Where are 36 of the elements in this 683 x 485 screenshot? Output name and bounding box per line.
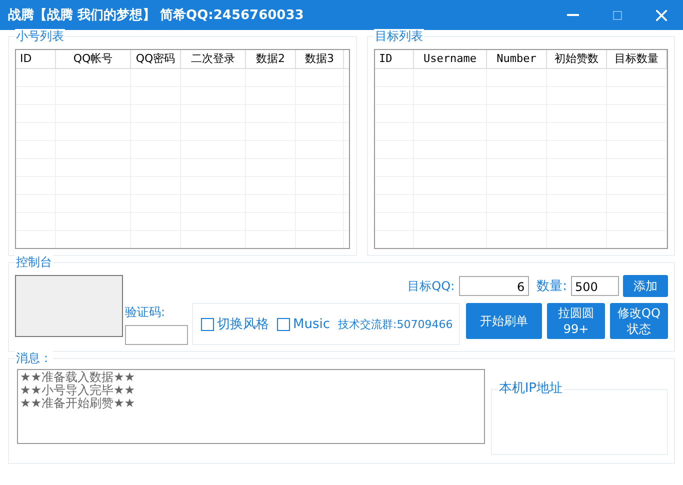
group-title: 控制台 [15,255,53,269]
column-header[interactable]: 初始赞数 [547,50,607,68]
minimize-icon [567,14,579,16]
group-title: 小号列表 [15,29,65,43]
column-header[interactable]: 数据2 [246,50,296,68]
checkbox[interactable]: Music [277,316,330,332]
column-header[interactable]: 数据3 [296,50,344,68]
close-icon [656,10,666,20]
column-header[interactable]: ID [16,50,56,68]
draw-button[interactable]: 拉圆圆99+ [547,303,605,339]
log-line: ★★准备开始刷赞★★ [20,397,136,410]
quantity-label: 数量: [536,278,567,295]
column-header[interactable]: QQ密码 [131,50,181,68]
group-number-text: 技术交流群:50709466 [338,316,453,332]
quantity-field[interactable]: 500 [571,276,619,296]
maximize-icon [612,10,622,20]
column-header[interactable]: QQ帐号 [56,50,131,68]
column-header[interactable]: 目标数量 [607,50,667,68]
column-header[interactable]: Number [487,50,547,68]
modify-status-button[interactable]: 修改QQ状态 [610,303,668,339]
captcha-label: 验证码: [125,304,166,321]
ip-title: 本机IP地址 [498,382,564,396]
window-title: 战腾【战腾 我们的梦想】 简希QQ:2456760033 [8,7,305,24]
column-header[interactable]: ID [375,50,414,68]
target-qq-label: 目标QQ: [408,278,455,294]
column-header[interactable]: Username [414,50,487,68]
group-title: 消息： [15,351,53,365]
log-line: ★★小号导入完毕★★ [20,384,136,397]
log-line: ★★准备载入数据★★ [20,371,136,384]
start-button[interactable]: 开始刷单 [466,303,542,339]
add-button[interactable]: 添加 [623,275,668,297]
checkbox[interactable]: 切换风格 [201,315,269,333]
column-header[interactable]: 二次登录 [181,50,246,68]
captcha-field[interactable] [125,325,188,345]
group-title: 目标列表 [374,29,424,43]
target-qq-field[interactable]: 6 [458,276,529,296]
